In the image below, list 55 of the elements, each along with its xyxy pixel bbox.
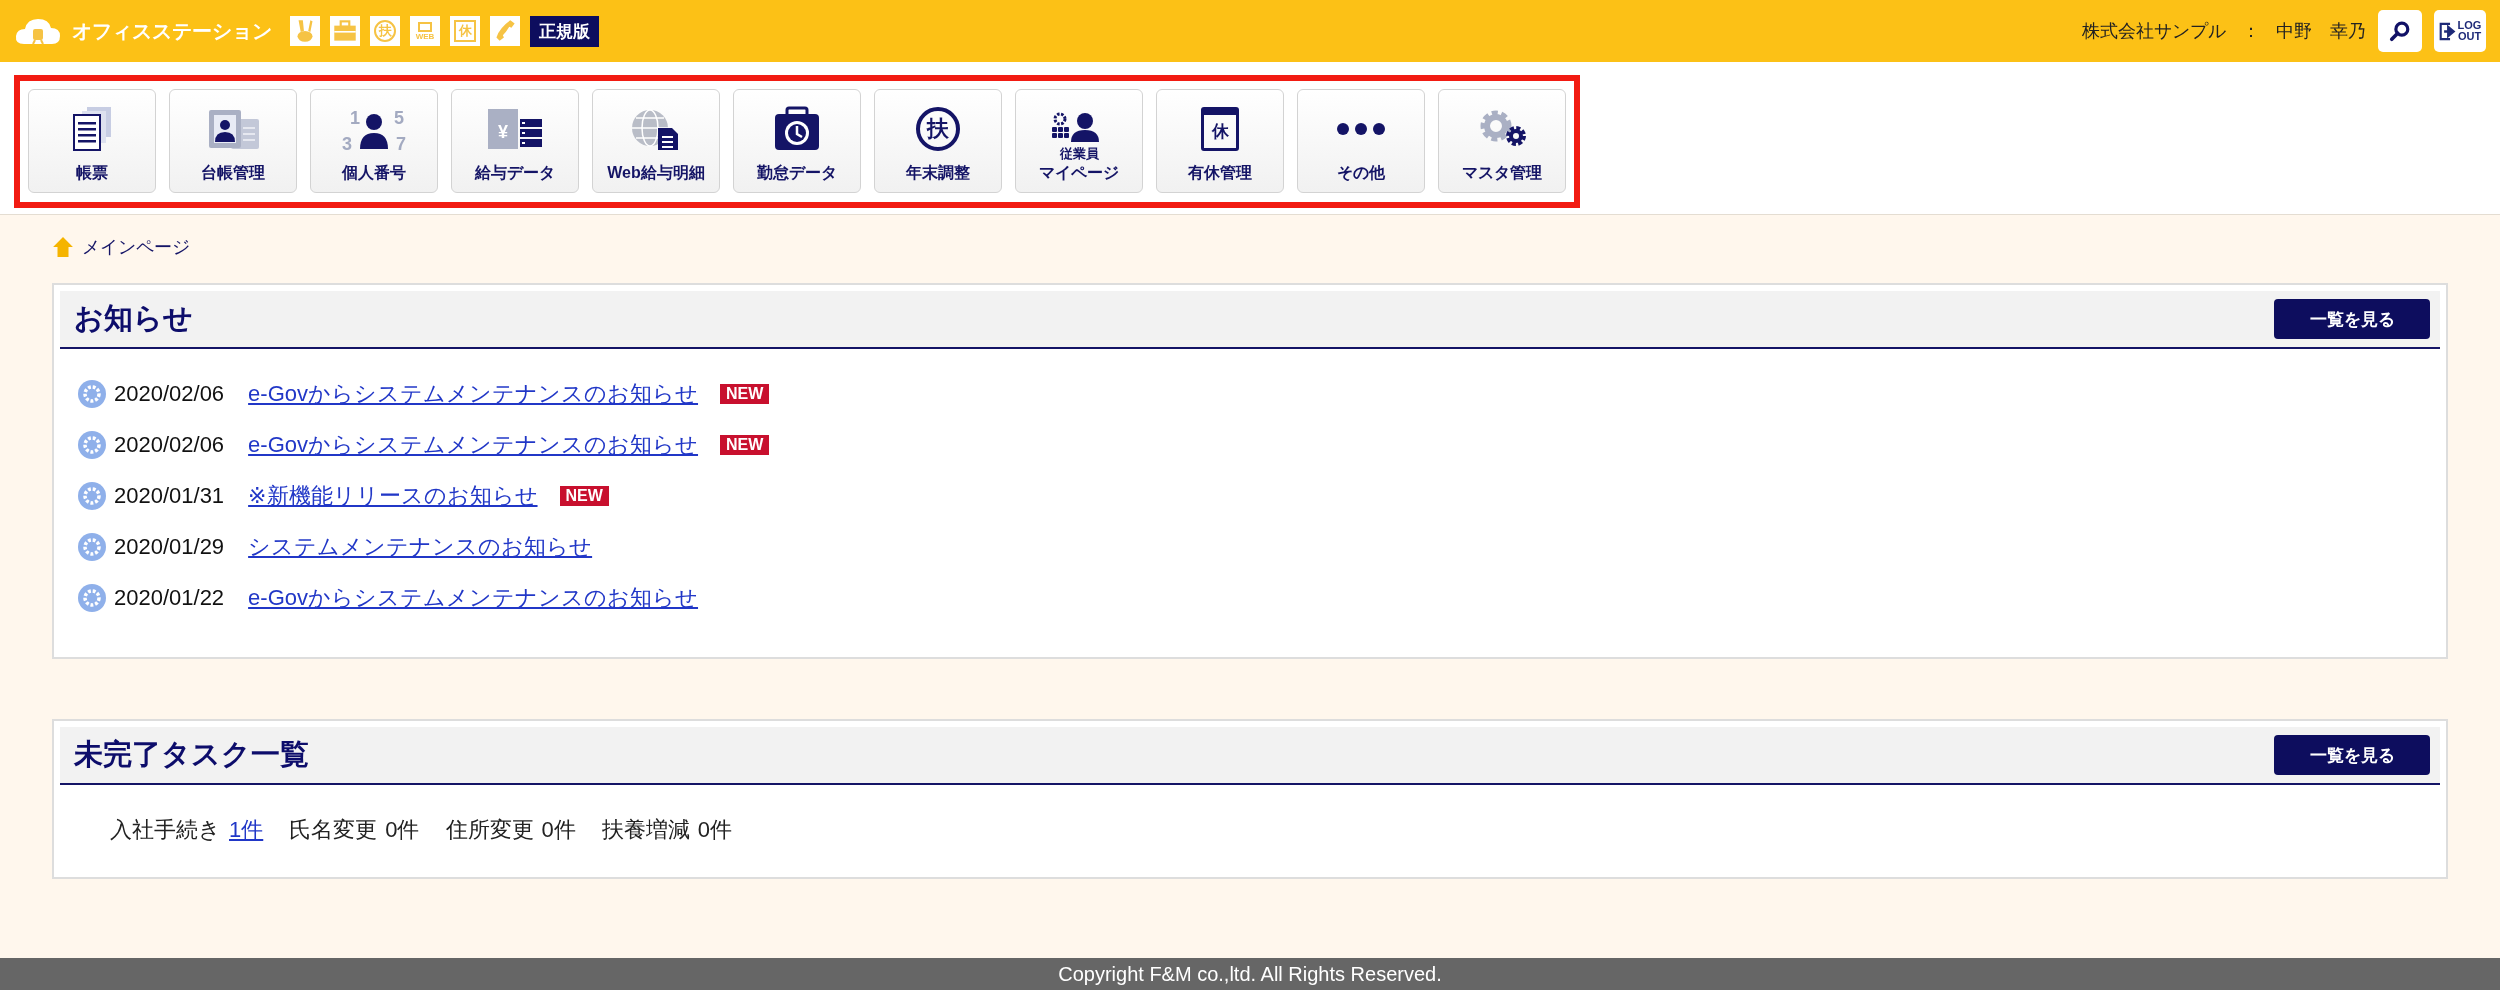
search-icon	[2389, 20, 2411, 42]
toolbar-button[interactable]: 台帳管理	[169, 89, 297, 193]
task-count-link[interactable]: 1件	[229, 815, 264, 845]
panel-title: お知らせ	[74, 301, 193, 336]
logout-button[interactable]: LOG OUT	[2434, 10, 2486, 52]
breadcrumb-link[interactable]: メインページ	[82, 235, 190, 259]
user-name: 中野 幸乃	[2276, 20, 2366, 43]
notice-date: 2020/01/29	[114, 534, 225, 560]
notice-date: 2020/02/06	[114, 432, 225, 458]
gear-icon	[78, 533, 106, 561]
notice-link[interactable]: システムメンテナンスのお知らせ	[248, 532, 593, 562]
panel-title: 未完了タスク一覧	[74, 737, 309, 772]
toolbar-button[interactable]: Web給与明細	[592, 89, 720, 193]
task-label: 扶養増減	[601, 816, 690, 844]
view-all-button[interactable]: 一覧を見る	[2274, 735, 2430, 775]
notice-link[interactable]: ※新機能リリースのお知らせ	[248, 481, 538, 511]
app-name: オフィスステーション	[72, 18, 272, 44]
toolbar-button[interactable]: 勤怠データ	[733, 89, 861, 193]
new-badge: NEW	[720, 435, 770, 455]
search-button[interactable]	[2378, 10, 2422, 52]
notice-date: 2020/02/06	[114, 381, 225, 407]
gear-icon	[78, 584, 106, 612]
logout-icon	[2438, 21, 2456, 41]
task-count: 0件	[541, 816, 576, 844]
task-label: 住所変更	[445, 816, 534, 844]
toolbar-button[interactable]: 扶 年末調整	[874, 89, 1002, 193]
notice-date: 2020/01/31	[114, 483, 225, 509]
separator: ：	[2242, 20, 2260, 43]
toolbar-button[interactable]: ¥ 給与データ	[451, 89, 579, 193]
gear-icon	[78, 482, 106, 510]
notice-date: 2020/01/22	[114, 585, 225, 611]
toolbar-button[interactable]: その他	[1297, 89, 1425, 193]
task-count: 0件	[385, 816, 420, 844]
toolbar-button[interactable]: 休 有休管理	[1156, 89, 1284, 193]
edition-badge: 正規版	[530, 15, 599, 47]
calendar-icon: 休	[1201, 107, 1239, 151]
notice-link[interactable]: e-Govからシステムメンテナンスのお知らせ	[248, 430, 699, 460]
notice-link[interactable]: e-Govからシステムメンテナンスのお知らせ	[248, 379, 699, 409]
home-icon	[52, 236, 74, 258]
toolbar-button[interactable]: マスタ管理	[1438, 89, 1566, 193]
task-count: 0件	[697, 816, 732, 844]
new-badge: NEW	[720, 384, 770, 404]
task-label: 入社手続き	[110, 816, 221, 844]
notice-link[interactable]: e-Govからシステムメンテナンスのお知らせ	[248, 583, 699, 613]
toolbar-button[interactable]: 帳票	[28, 89, 156, 193]
toolbar-button[interactable]: 従業員 マイページ	[1015, 89, 1143, 193]
copyright-text: Copyright F&M co.,ltd. All Rights Reserved.	[1058, 962, 1442, 986]
gear-icon	[78, 431, 106, 459]
seal-icon: 扶	[916, 107, 960, 151]
task-label: 氏名変更	[289, 816, 378, 844]
view-all-button[interactable]: 一覧を見る	[2274, 299, 2430, 339]
company-name: 株式会社サンプル	[2082, 20, 2226, 43]
gear-icon	[78, 380, 106, 408]
new-badge: NEW	[559, 486, 609, 506]
toolbar-button[interactable]: 1 5 3 7 個人番号	[310, 89, 438, 193]
